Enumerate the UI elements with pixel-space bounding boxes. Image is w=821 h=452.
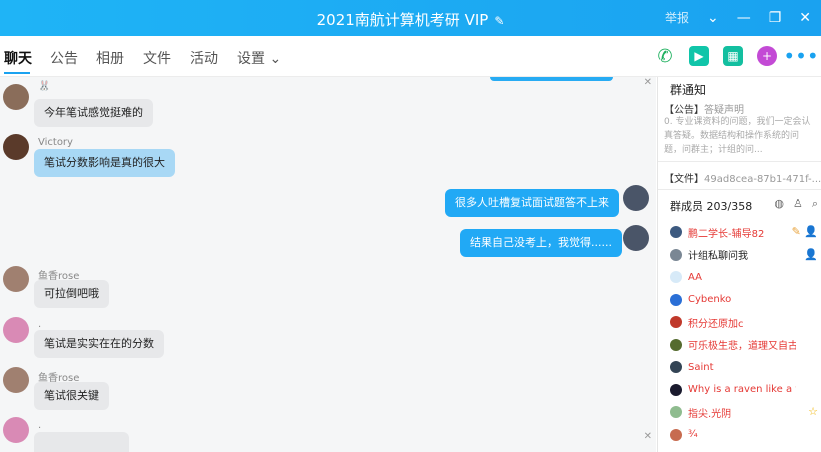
scroll-down-icon[interactable]: ✕ xyxy=(644,431,652,442)
member-name: 积分还原加c xyxy=(688,318,744,330)
file-entry[interactable]: 【文件】49ad8cea-87b1-471f-... xyxy=(664,170,821,185)
member-item[interactable]: 指尖.光阴 ☆ xyxy=(670,401,820,424)
member-item[interactable]: 鹏二学长-辅导82 ✎ 👤 xyxy=(670,221,820,244)
member-item[interactable]: Cybenko xyxy=(670,289,820,312)
member-name: Saint xyxy=(688,361,714,373)
avatar[interactable] xyxy=(3,84,29,110)
avatar[interactable] xyxy=(623,185,649,211)
phone-icon[interactable]: ✆ xyxy=(655,46,675,67)
avatar xyxy=(670,248,682,261)
find-member-icon[interactable]: ♙ xyxy=(793,197,803,211)
member-name: 计组私聊问我 xyxy=(688,251,748,263)
search-icon[interactable]: ⌕ xyxy=(812,197,818,211)
member-name: 可乐极生悲，道理又自古 xyxy=(688,341,796,353)
member-name: AA xyxy=(688,271,702,283)
message-bubble[interactable]: 可拉倒吧哦 xyxy=(34,280,109,308)
avatar[interactable] xyxy=(3,417,29,443)
divider xyxy=(658,161,821,162)
close-icon[interactable]: ✕ xyxy=(799,11,811,25)
star-icon: ☆ xyxy=(808,405,818,418)
file-name: 49ad8cea-87b1-471f-... xyxy=(704,174,821,185)
member-name: Why is a raven like a writing desk xyxy=(688,384,796,396)
message-bubble[interactable]: 结果自己没考上，我觉得...... xyxy=(460,229,622,257)
tab-activities[interactable]: 活动 xyxy=(190,48,218,68)
pencil-icon[interactable]: ✎ xyxy=(494,14,504,28)
member-item[interactable]: Why is a raven like a writing desk xyxy=(670,379,820,402)
message-bubble[interactable] xyxy=(34,432,129,452)
member-item[interactable]: 可乐极生悲，道理又自古 xyxy=(670,334,820,357)
member-item[interactable]: 计组私聊问我 👤 xyxy=(670,244,820,267)
avatar xyxy=(670,383,682,396)
member-item[interactable]: ¾ xyxy=(670,424,820,447)
avatar xyxy=(670,338,682,351)
avatar xyxy=(670,361,682,374)
announcement-body[interactable]: 0. 专业课资料的问题，我们一定会认真答疑。数据结构和操作系统的问题，问群主；计… xyxy=(664,115,816,157)
group-sidebar: 群通知 【公告】答疑声明 0. 专业课资料的问题，我们一定会认真答疑。数据结构和… xyxy=(657,77,821,452)
tab-files[interactable]: 文件 xyxy=(143,48,171,68)
message-bubble[interactable]: 笔试很关键 xyxy=(34,382,109,410)
members-heading: 群成员 203/358 xyxy=(670,200,753,213)
plus-app-icon[interactable]: + xyxy=(757,46,777,66)
member-item[interactable]: 积分还原加c xyxy=(670,311,820,334)
message-bubble[interactable]: 笔试是实实在在的分数 xyxy=(34,330,164,358)
notice-heading: 群通知 xyxy=(670,83,707,97)
restore-icon[interactable]: ❐ xyxy=(769,11,782,25)
announcement-title[interactable]: 【公告】答疑声明 xyxy=(664,101,744,116)
divider xyxy=(658,189,821,190)
group-chat-icon[interactable]: ◍ xyxy=(774,197,784,211)
file-tag: 【文件】 xyxy=(664,174,704,185)
tab-announcements[interactable]: 公告 xyxy=(50,48,78,68)
member-badge-icon: 👤 xyxy=(804,247,818,261)
member-list: 鹏二学长-辅导82 ✎ 👤 计组私聊问我 👤 AA Cybenko 积分还原加c 可… xyxy=(670,221,820,446)
message-bubble[interactable]: 很多人吐槽复试面试题答不上来 xyxy=(445,189,619,217)
chevron-down-icon[interactable]: ⌄ xyxy=(707,11,719,25)
tab-chat[interactable]: 聊天 xyxy=(4,48,32,68)
avatar[interactable] xyxy=(3,367,29,393)
active-tab-indicator xyxy=(4,72,30,74)
member-name: ¾ xyxy=(688,429,698,441)
avatar[interactable] xyxy=(3,317,29,343)
avatar[interactable] xyxy=(623,225,649,251)
avatar xyxy=(670,316,682,329)
toolbar: ✆ ▶ ▦ + ••• xyxy=(655,44,818,68)
member-item[interactable]: Saint xyxy=(670,356,820,379)
minimize-icon[interactable]: — xyxy=(737,11,751,25)
tab-album[interactable]: 相册 xyxy=(96,48,124,68)
partial-message-bubble xyxy=(490,77,613,81)
message-bubble[interactable]: 今年笔试感觉挺难的 xyxy=(34,99,153,127)
member-name: Cybenko xyxy=(688,294,732,306)
whiteboard-icon[interactable]: ▦ xyxy=(723,46,743,66)
message-bubble[interactable]: 笔试分数影响是真的很大 xyxy=(34,149,175,177)
avatar xyxy=(670,293,682,306)
sender-name: . xyxy=(38,319,42,330)
report-button[interactable]: 举报 xyxy=(665,9,689,26)
member-item[interactable]: AA xyxy=(670,266,820,289)
sender-name: Victory xyxy=(38,137,73,148)
avatar[interactable] xyxy=(3,134,29,160)
video-icon[interactable]: ▶ xyxy=(689,46,709,66)
avatar[interactable] xyxy=(3,266,29,292)
group-title: 2021南航计算机考研 VIP xyxy=(316,11,489,29)
title-bar: 2021南航计算机考研 VIP ✎ 举报 ⌄ — ❐ ✕ xyxy=(0,0,821,36)
more-icon[interactable]: ••• xyxy=(783,44,818,68)
sender-name: . xyxy=(38,420,42,431)
chat-area[interactable]: ✕ 🐰 今年笔试感觉挺难的 Victory 笔试分数影响是真的很大 很多人吐槽复… xyxy=(0,77,656,452)
avatar xyxy=(670,406,682,419)
sender-name: 🐰 xyxy=(38,81,51,92)
member-name: 指尖.光阴 xyxy=(688,408,732,420)
avatar xyxy=(670,226,682,239)
avatar xyxy=(670,271,682,284)
tab-settings[interactable]: 设置 ⌄ xyxy=(237,48,281,68)
scroll-up-icon[interactable]: ✕ xyxy=(644,77,652,88)
member-badge-icon: ✎ 👤 xyxy=(791,225,818,238)
member-name: 鹏二学长-辅导82 xyxy=(688,228,765,240)
avatar xyxy=(670,428,682,441)
